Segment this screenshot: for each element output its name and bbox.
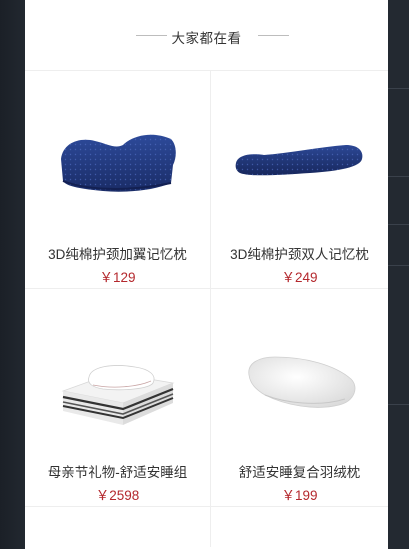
product-name[interactable]: 舒适安睡复合羽绒枕 [211,461,388,481]
product-card[interactable]: 母亲节礼物-舒适安睡组 ￥2598 [25,289,211,507]
product-name[interactable]: 3D纯棉护颈加翼记忆枕 [25,243,210,263]
recommendation-panel: 大家都在看 3D纯棉护颈加翼记忆枕 ￥129 3D纯棉护颈双人记忆枕 ￥249 … [25,0,388,549]
section-header: 大家都在看 [25,0,388,71]
pillow-illustration [235,145,362,176]
right-backdrop-edge [388,0,409,549]
mattress-illustration [61,365,174,425]
backdrop-divider [388,176,409,177]
product-image-double-pillow[interactable] [211,87,388,237]
product-name[interactable]: 母亲节礼物-舒适安睡组 [25,461,210,481]
header-rule-right [258,35,289,36]
product-image-contour-pillow[interactable] [25,87,210,237]
backdrop-divider [388,404,409,405]
product-name[interactable]: 3D纯棉护颈双人记忆枕 [211,243,388,263]
pillow-illustration [60,134,176,192]
product-grid-next-row [25,507,388,547]
section-title: 大家都在看 [171,31,242,46]
product-price: ￥2598 [95,488,140,503]
product-image-down-pillow[interactable] [211,305,388,455]
product-grid: 3D纯棉护颈加翼记忆枕 ￥129 3D纯棉护颈双人记忆枕 ￥249 母亲节礼物-… [25,71,388,507]
pillow-illustration [247,356,355,408]
left-backdrop-edge [0,0,25,549]
product-card[interactable]: 3D纯棉护颈加翼记忆枕 ￥129 [25,71,211,289]
product-card-partial[interactable] [25,507,211,547]
product-card[interactable]: 3D纯棉护颈双人记忆枕 ￥249 [211,71,388,289]
backdrop-divider [388,88,409,89]
backdrop-divider [388,224,409,225]
product-card-partial[interactable] [211,507,388,547]
product-price: ￥129 [99,270,136,285]
backdrop-divider [388,265,409,266]
product-card[interactable]: 舒适安睡复合羽绒枕 ￥199 [211,289,388,507]
product-image-sleep-set[interactable] [25,305,210,455]
product-price: ￥249 [281,270,318,285]
product-price: ￥199 [281,488,318,503]
